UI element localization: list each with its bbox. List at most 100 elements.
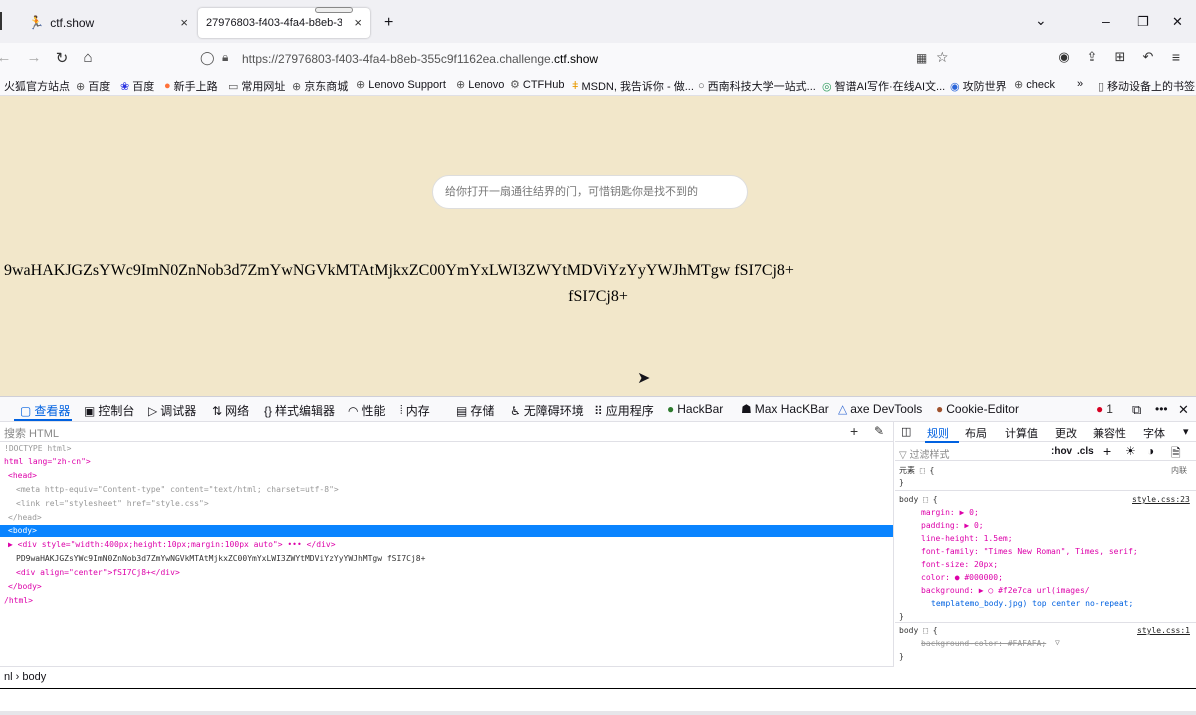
page-search-box[interactable]: 给你打开一扇通往结界的门，可惜钥匙你是找不到的 [432,175,748,209]
tab-style-editor[interactable]: {} 样式编辑器 [264,402,335,419]
tab-ctfshow[interactable]: 🏃 ctf.show × [10,8,196,38]
tab-max-hackbar[interactable]: ☗ Max HacKBar [741,402,829,416]
bookmark-item[interactable]: ⊕ Lenovo Support [356,78,446,92]
rule-source-link[interactable]: style.css:1 [1137,626,1190,635]
qr-code-icon[interactable]: ▦ [916,51,927,65]
tab-storage[interactable]: ▤ 存储 [456,402,494,419]
close-tab-icon[interactable]: × [354,15,362,30]
rule-declaration-continued[interactable]: templatemo_body.jpg) top center no-repea… [931,599,1133,608]
bookmark-item[interactable]: ◉ 攻防世界 [950,78,1007,94]
add-rule-icon[interactable]: + [1103,443,1111,459]
close-tab-icon[interactable]: × [180,15,188,30]
dark-scheme-icon[interactable]: ◑ [1147,444,1154,458]
tab-debugger[interactable]: ▷ 调试器 [148,402,196,419]
share-icon[interactable]: ⇪ [1082,49,1102,65]
account-icon[interactable]: ◉ [1054,49,1074,65]
bookmark-item[interactable]: ǂ MSDN, 我告诉你 - 做... [572,78,694,94]
code-line[interactable]: PD9waHAKJGZsYWc9ImN0ZnNob3d7ZmYwNGVkMTAt… [16,554,425,563]
code-line[interactable]: ▶ <div style="width:400px;height:10px;ma… [8,540,336,549]
filter-icon[interactable]: ▽ [1055,638,1060,647]
home-icon[interactable]: ⌂ [78,49,98,66]
bookmark-item[interactable]: ❀ 百度 [120,78,154,94]
rule-declaration[interactable]: color: ● #000000; [921,573,1003,582]
code-line[interactable]: /html> [4,596,33,605]
tab-accessibility[interactable]: ♿︎ 无障碍环境 [510,402,584,419]
bookmark-item[interactable]: ⊕ check [1014,78,1055,92]
tab-cookie-editor[interactable]: ● Cookie-Editor [936,402,1019,416]
close-devtools-icon[interactable]: ✕ [1178,402,1189,418]
light-scheme-icon[interactable]: ☀ [1125,444,1136,458]
mobile-bookmarks-folder[interactable]: ▯ 移动设备上的书签 [1098,78,1195,94]
tab-axe-devtools[interactable]: △ axe DevTools [838,402,922,416]
breadcrumb[interactable]: nl › body [0,666,894,688]
code-line[interactable]: <div align="center">fSI7Cj8+</div> [16,568,180,577]
undo-icon[interactable]: ↶ [1138,49,1158,65]
breadcrumb-text[interactable]: nl › body [4,671,46,683]
minimize-button[interactable]: – [1102,13,1110,29]
tab-hackbar[interactable]: ● HackBar [667,402,723,416]
sidebar-toggle-icon[interactable]: ◫ [901,425,911,438]
error-badge[interactable]: ● 1 [1096,402,1113,416]
tab-memory[interactable]: ⦙ 内存 [400,402,430,419]
tab-fonts[interactable]: 字体 [1143,425,1165,441]
tab-rules[interactable]: 规则 [927,425,949,441]
back-icon[interactable]: ← [0,49,14,66]
menu-icon[interactable]: ≡ [1166,49,1186,65]
rule-declaration[interactable]: margin: ▶ 0; [921,508,979,517]
more-tabs-chevron-icon[interactable]: ▾ [1183,425,1189,438]
tab-changes[interactable]: 更改 [1055,425,1077,441]
tab-inspector[interactable]: ▢ 查看器 [20,402,70,419]
list-all-tabs-icon[interactable]: ⌄ [1035,12,1047,29]
add-node-icon[interactable]: + [850,423,858,439]
code-line[interactable]: </head> [8,513,42,522]
code-line[interactable]: <link rel="stylesheet" href="style.css"> [16,499,209,508]
tracking-shield-icon[interactable]: ◯ [200,50,215,66]
rule-source-link[interactable]: style.css:23 [1132,495,1190,504]
overridden-declaration[interactable]: background-color: #FAFAFA; [921,639,1046,648]
bookmark-item[interactable]: ● 新手上路 [164,78,218,94]
bookmarks-overflow-button[interactable]: » [1077,78,1083,90]
code-line[interactable]: !DOCTYPE html> [4,444,71,453]
tab-layout[interactable]: 布局 [965,425,987,441]
bookmark-star-icon[interactable]: ☆ [936,49,949,66]
tab-application[interactable]: ⠿ 应用程序 [594,402,654,419]
responsive-design-icon[interactable]: ⧉ [1132,402,1141,418]
hov-toggle[interactable]: :hov [1051,446,1072,457]
tab-performance[interactable]: ◠ 性能 [348,402,386,419]
code-line[interactable]: <head> [8,471,37,480]
rule-declaration[interactable]: line-height: 1.5em; [921,534,1013,543]
bookmark-item[interactable]: ⚙ CTFHub [510,78,564,92]
rule-declaration[interactable]: background: ▶ ◯ #f2e7ca url(images/ [921,586,1090,595]
forward-icon[interactable]: → [24,49,44,66]
url-bar[interactable]: ◯ 🔒︎ https://27976803-f403-4fa4-b8eb-355… [192,46,955,72]
search-html-input[interactable]: 搜索 HTML + ✎ [0,422,894,442]
close-window-button[interactable]: ✕ [1172,14,1183,30]
eyedropper-icon[interactable]: ✎ [874,424,884,438]
tab-network[interactable]: ⇅ 网络 [212,402,249,419]
filter-styles-input[interactable]: ▽ 过滤样式 [899,446,949,461]
print-simulation-icon[interactable]: 🗎︎ [1171,444,1181,465]
bookmark-item[interactable]: ⊕ 京东商城 [292,78,348,94]
code-line[interactable]: <meta http-equiv="Content-type" content=… [16,485,339,494]
tab-compatibility[interactable]: 兼容性 [1093,425,1126,441]
bookmark-item[interactable]: ⊕ 百度 [76,78,110,94]
lock-icon[interactable]: 🔒︎ [222,50,228,65]
bookmark-item[interactable]: ○ 西南科技大学一站式... [698,78,816,94]
code-line-selected[interactable]: <body> [8,526,37,535]
tab-console[interactable]: ▣ 控制台 [84,402,134,419]
tab-computed[interactable]: 计算值 [1005,425,1038,441]
new-tab-button[interactable]: + [384,14,393,32]
code-line[interactable]: </body> [8,582,42,591]
rule-declaration[interactable]: font-family: "Times New Roman", Times, s… [921,547,1138,556]
bookmark-folder[interactable]: ▭ 常用网址 [228,78,285,94]
code-line[interactable]: html lang="zh-cn"> [4,457,91,466]
reload-icon[interactable]: ↻ [52,49,72,67]
bookmark-item[interactable]: ⊕ Lenovo [456,78,504,92]
restore-button[interactable]: ❐ [1137,14,1149,30]
cls-toggle[interactable]: .cls [1077,446,1094,457]
rule-declaration[interactable]: font-size: 20px; [921,560,998,569]
bookmark-item[interactable]: 火狐官方站点 [4,78,70,94]
rule-declaration[interactable]: padding: ▶ 0; [921,521,984,530]
more-options-icon[interactable]: ••• [1155,402,1168,416]
extensions-icon[interactable]: ⊞ [1110,49,1130,65]
